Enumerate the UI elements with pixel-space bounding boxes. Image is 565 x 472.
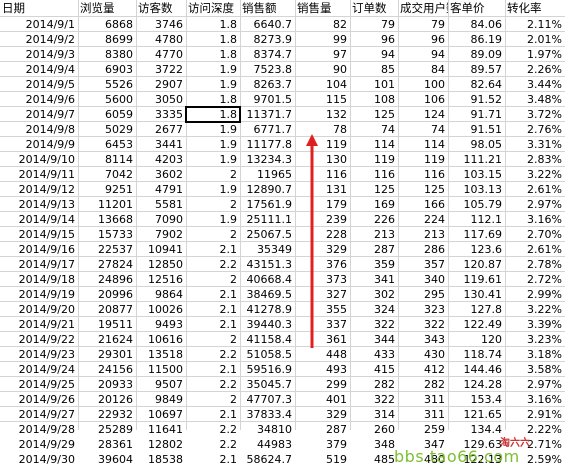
watermark-url: bbs.tao66.com xyxy=(394,447,520,466)
red-up-arrow-annotation xyxy=(306,134,318,348)
arrow-head xyxy=(306,134,318,146)
watermark-logo: 淘六六 xyxy=(500,438,530,449)
watermark: bbs.tao66.com 淘六六 xyxy=(358,434,558,470)
